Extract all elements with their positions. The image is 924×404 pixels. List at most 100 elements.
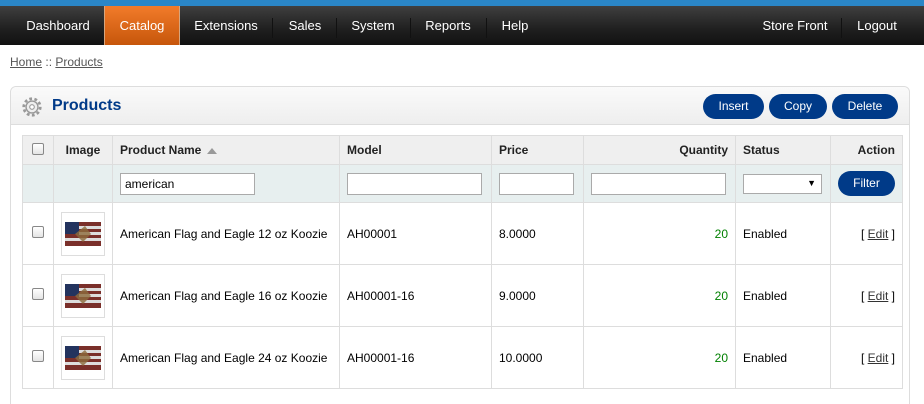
gear-icon [22, 97, 42, 117]
row-checkbox[interactable] [32, 226, 44, 238]
header-model[interactable]: Model [339, 135, 492, 165]
edit-link[interactable]: Edit [868, 351, 889, 365]
top-nav: Dashboard Catalog Extensions Sales Syste… [0, 0, 924, 45]
nav-catalog[interactable]: Catalog [104, 6, 180, 45]
header-action: Action [830, 135, 903, 165]
filter-quantity-input[interactable] [591, 172, 726, 195]
product-model: AH00001 [339, 202, 492, 265]
nav-reports[interactable]: Reports [416, 6, 480, 45]
product-thumbnail[interactable] [61, 211, 105, 256]
panel-header: Products Insert Copy Delete [11, 87, 909, 125]
sort-ascending-icon [207, 147, 218, 154]
copy-button[interactable]: Copy [769, 94, 827, 119]
edit-link[interactable]: Edit [868, 227, 889, 241]
delete-button[interactable]: Delete [832, 94, 898, 119]
product-thumbnail[interactable] [61, 335, 105, 380]
table-row: American Flag and Eagle 12 oz Koozie AH0… [22, 202, 903, 265]
product-status: Enabled [735, 202, 831, 265]
nav-label: Extensions [194, 18, 258, 33]
breadcrumb: Home :: Products [10, 55, 103, 69]
filter-status-select[interactable]: ▼ [743, 173, 822, 194]
breadcrumb-separator: :: [45, 55, 53, 69]
header-price[interactable]: Price [491, 135, 584, 165]
nav-store-front[interactable]: Store Front [754, 6, 836, 45]
select-all-checkbox[interactable] [32, 142, 44, 155]
flag-koozie-image [65, 221, 101, 246]
nav-logout[interactable]: Logout [848, 6, 906, 45]
row-action-cell: [ Edit ] [830, 326, 903, 389]
row-select-cell [22, 326, 54, 389]
product-thumbnail[interactable] [61, 273, 105, 318]
table-header-row: Image Product Name Model Price Quantity … [22, 135, 903, 165]
filter-price-input[interactable] [499, 172, 574, 195]
header-label: Product Name [120, 143, 202, 157]
product-price: 10.0000 [491, 326, 584, 389]
breadcrumb-home[interactable]: Home [10, 55, 42, 69]
flag-koozie-image [65, 283, 101, 308]
product-quantity: 20 [583, 264, 736, 327]
product-model: AH00001-16 [339, 264, 492, 327]
product-name: American Flag and Eagle 12 oz Koozie [112, 202, 340, 265]
nav-label: Catalog [119, 18, 165, 33]
header-product-name[interactable]: Product Name [112, 135, 340, 165]
header-quantity[interactable]: Quantity [583, 135, 736, 165]
nav-divider [486, 18, 487, 38]
filter-price-cell [491, 164, 584, 203]
nav-system[interactable]: System [342, 6, 404, 45]
table-row: American Flag and Eagle 24 oz Koozie AH0… [22, 326, 903, 389]
filter-button[interactable]: Filter [838, 171, 895, 196]
filter-name-cell: american [112, 164, 340, 203]
row-action-cell: [ Edit ] [830, 202, 903, 265]
product-quantity: 20 [583, 202, 736, 265]
insert-button[interactable]: Insert [703, 94, 764, 119]
nav-divider [410, 18, 411, 38]
filter-empty-cell [22, 164, 54, 203]
dropdown-arrow-icon: ▼ [807, 177, 816, 188]
row-image-cell [53, 264, 113, 327]
row-image-cell [53, 326, 113, 389]
product-name: American Flag and Eagle 24 oz Koozie [112, 326, 340, 389]
nav-label: Sales [288, 18, 322, 33]
breadcrumb-products[interactable]: Products [55, 55, 102, 69]
nav-help[interactable]: Help [492, 6, 538, 45]
page-title: Products [52, 97, 122, 114]
row-checkbox[interactable] [32, 350, 44, 362]
flag-koozie-image [65, 345, 101, 370]
product-name: American Flag and Eagle 16 oz Koozie [112, 264, 340, 327]
filter-empty-cell [53, 164, 113, 203]
filter-button-cell: Filter [830, 164, 903, 203]
row-action-cell: [ Edit ] [830, 264, 903, 327]
nav-extensions[interactable]: Extensions [184, 6, 268, 45]
product-status: Enabled [735, 264, 831, 327]
nav-divider [336, 18, 337, 38]
nav-label: Reports [425, 18, 471, 33]
filter-row: american ▼ Filter [22, 164, 903, 203]
nav-divider [841, 18, 842, 38]
nav-dashboard[interactable]: Dashboard [15, 6, 101, 45]
header-status[interactable]: Status [735, 135, 831, 165]
row-checkbox[interactable] [32, 288, 44, 300]
nav-label: Logout [857, 18, 897, 33]
product-quantity: 20 [583, 326, 736, 389]
product-model: AH00001-16 [339, 326, 492, 389]
nav-divider [272, 18, 273, 38]
table-row: American Flag and Eagle 16 oz Koozie AH0… [22, 264, 903, 327]
filter-model-cell [339, 164, 492, 203]
nav-label: Store Front [762, 18, 828, 33]
nav-label: System [351, 18, 395, 33]
filter-status-cell: ▼ [735, 164, 831, 203]
header-image: Image [53, 135, 113, 165]
nav-label: Dashboard [26, 18, 90, 33]
row-image-cell [53, 202, 113, 265]
row-select-cell [22, 202, 54, 265]
product-price: 8.0000 [491, 202, 584, 265]
edit-link[interactable]: Edit [868, 289, 889, 303]
filter-model-input[interactable] [347, 172, 482, 195]
nav-label: Help [501, 18, 529, 33]
filter-quantity-cell [583, 164, 736, 203]
product-status: Enabled [735, 326, 831, 389]
row-select-cell [22, 264, 54, 327]
nav-sales[interactable]: Sales [278, 6, 332, 45]
filter-name-input[interactable]: american [120, 172, 255, 195]
product-price: 9.0000 [491, 264, 584, 327]
